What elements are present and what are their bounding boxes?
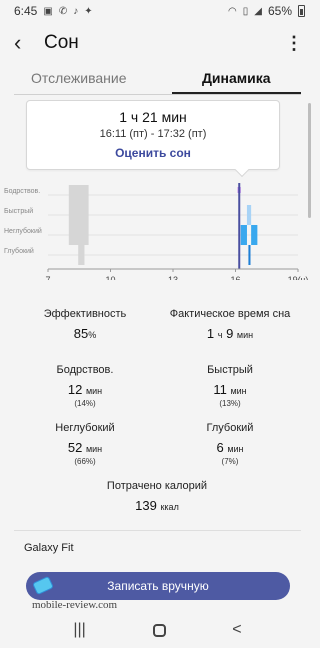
- sleep-segment: [246, 205, 252, 225]
- stat-actual-time-label: Фактическое время сна: [169, 308, 291, 320]
- axis-tick-label: 16: [230, 275, 240, 280]
- rem-unit: мин: [230, 386, 247, 396]
- axis-tick-label: 19(ч): [288, 275, 309, 280]
- stat-light-value: 52 мин: [10, 440, 160, 455]
- stat-deep-label: Глубокий: [206, 422, 254, 434]
- sleep-stages-chart[interactable]: Бодрствов. Быстрый Неглубокий Глубокий 7 10 13…: [0, 175, 315, 280]
- tab-bar: Отслеживание Динамика: [0, 64, 315, 94]
- nav-back-icon[interactable]: <: [232, 621, 241, 639]
- deep-unit: мин: [227, 444, 244, 454]
- stat-calories: Потрачено калорий 139 ккал: [82, 480, 232, 513]
- back-arrow-icon[interactable]: ‹: [14, 32, 42, 54]
- signal-icon: ◢: [254, 5, 262, 17]
- axis-tick-label: 7: [45, 275, 50, 280]
- stat-rem-label: Быстрый: [207, 364, 253, 376]
- rate-sleep-link[interactable]: Оценить сон: [27, 146, 279, 160]
- efficiency-unit: %: [88, 330, 97, 340]
- stat-efficiency: Эффективность 85%: [10, 308, 160, 341]
- device-name: Galaxy Fit: [24, 542, 74, 554]
- twitter-icon: ✦: [84, 5, 93, 17]
- call-icon: ✆: [58, 5, 68, 17]
- tab-tracking[interactable]: Отслеживание: [0, 64, 158, 94]
- device-divider: [14, 530, 301, 531]
- sleep-segment: [240, 225, 247, 245]
- stat-rem-value: 11 мин: [155, 382, 305, 397]
- stat-efficiency-value: 85%: [10, 326, 160, 341]
- deep-number: 6: [216, 440, 224, 455]
- stat-calories-label: Потрачено калорий: [106, 480, 208, 492]
- calories-number: 139: [135, 498, 157, 513]
- image-icon: ▣: [43, 5, 53, 17]
- axis-tick-label: 13: [168, 275, 178, 280]
- more-options-icon[interactable]: ⋮: [285, 34, 303, 52]
- actual-minutes-unit: мин: [236, 330, 254, 340]
- status-left: 6:45 ▣ ✆ ♪ ✦: [14, 4, 93, 18]
- awake-unit: мин: [85, 386, 103, 396]
- stage-label: Бодрствов.: [4, 188, 40, 195]
- battery-icon: [298, 5, 305, 17]
- recents-icon[interactable]: |||: [73, 621, 85, 639]
- efficiency-number: 85: [73, 326, 89, 341]
- sleep-segment: [251, 225, 258, 245]
- system-nav-bar: ||| <: [0, 612, 315, 648]
- axis-tick-label: 10: [105, 275, 115, 280]
- stat-light-percent: (66%): [74, 457, 96, 466]
- stat-light: Неглубокий 52 мин (66%): [10, 422, 160, 466]
- watermark: mobile-review.com: [32, 599, 118, 611]
- status-time: 6:45: [14, 4, 38, 18]
- stat-deep-value: 6 мин: [155, 440, 305, 455]
- status-right: ◠ ▯ ◢ 65%: [228, 4, 305, 18]
- status-bar: 6:45 ▣ ✆ ♪ ✦ ◠ ▯ ◢ 65%: [0, 0, 315, 22]
- app-bar: ‹ Сон ⋮: [0, 22, 315, 64]
- stat-efficiency-label: Эффективность: [43, 308, 127, 320]
- sleep-session-tooltip: 1 ч 21 мин 16:11 (пт) - 17:32 (пт) Оцени…: [26, 100, 280, 170]
- sleep-segment: [68, 205, 89, 225]
- stage-label: Неглубокий: [4, 227, 42, 235]
- sleep-stages-svg: Бодрствов. Быстрый Неглубокий Глубокий 7 10 13…: [4, 183, 309, 280]
- tab-trends[interactable]: Динамика: [158, 64, 316, 94]
- stat-light-label: Неглубокий: [55, 422, 115, 434]
- calories-unit: ккал: [160, 502, 179, 512]
- home-icon[interactable]: [152, 623, 166, 637]
- stage-label: Глубокий: [4, 247, 34, 255]
- actual-minutes: 9: [226, 326, 234, 341]
- stat-calories-value: 139 ккал: [82, 498, 232, 513]
- stat-actual-time: Фактическое время сна 1 ч 9 мин: [155, 308, 305, 341]
- sleep-segment: [68, 185, 89, 205]
- actual-hours: 1: [206, 326, 215, 341]
- stat-actual-time-value: 1 ч 9 мин: [155, 326, 305, 341]
- actual-hours-unit: ч: [217, 330, 223, 340]
- awake-number: 12: [67, 382, 83, 397]
- vibrate-icon: ▯: [242, 5, 249, 17]
- stat-rem: Быстрый 11 мин (13%): [155, 364, 305, 408]
- tabs-divider: [14, 94, 301, 95]
- tiktok-icon: ♪: [73, 5, 79, 17]
- rem-number: 11: [213, 382, 227, 397]
- battery-percent: 65%: [267, 4, 292, 18]
- stat-rem-percent: (13%): [219, 399, 241, 408]
- stat-deep: Глубокий 6 мин (7%): [155, 422, 305, 466]
- sleep-segment: [78, 245, 85, 265]
- stat-awake-percent: (14%): [74, 399, 96, 408]
- page-title: Сон: [44, 32, 79, 53]
- sleep-segment: [248, 245, 251, 265]
- light-unit: мин: [85, 444, 103, 454]
- tooltip-time-range: 16:11 (пт) - 17:32 (пт): [99, 128, 207, 140]
- stat-deep-percent: (7%): [221, 457, 239, 466]
- stat-awake-label: Бодрствов.: [56, 364, 114, 376]
- tooltip-duration: 1 ч 21 мин: [119, 109, 187, 125]
- sleep-segment: [68, 225, 89, 245]
- light-number: 52: [67, 440, 83, 455]
- wifi-icon: ◠: [228, 5, 237, 17]
- stat-awake-value: 12 мин: [10, 382, 160, 397]
- stat-awake: Бодрствов. 12 мин (14%): [10, 364, 160, 408]
- record-manually-button[interactable]: Записать вручную: [26, 572, 290, 600]
- stage-label: Быстрый: [4, 207, 33, 215]
